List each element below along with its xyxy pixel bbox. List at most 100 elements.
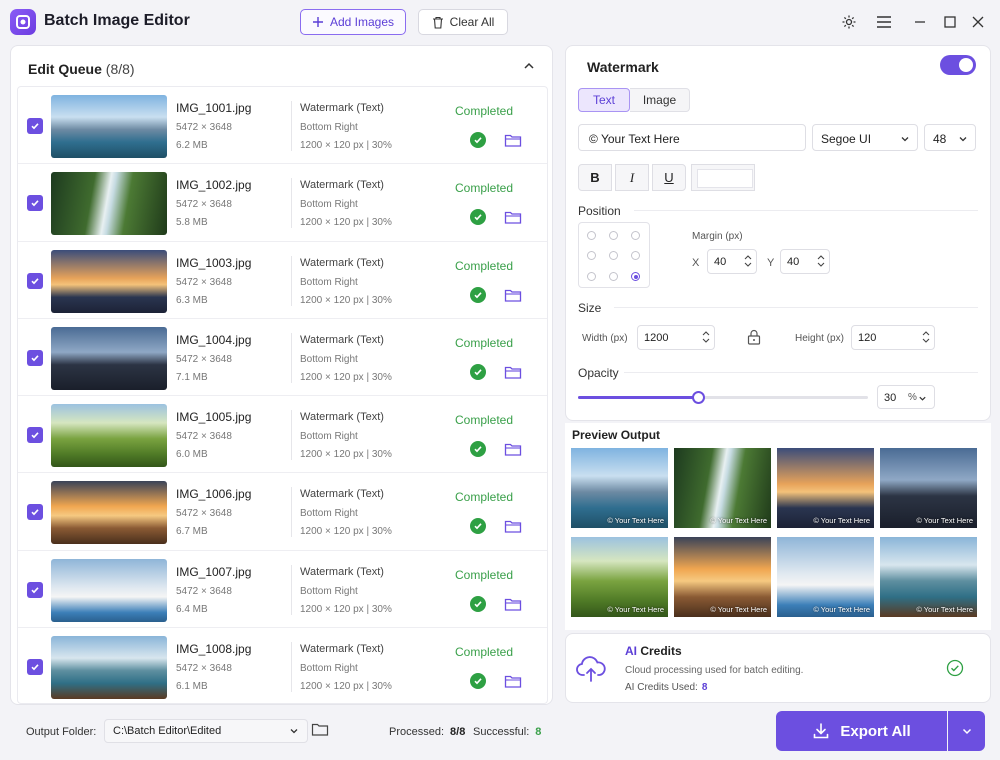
row-checkbox[interactable]: [27, 427, 43, 444]
position-top-center[interactable]: [609, 231, 618, 240]
margin-y-stepper[interactable]: 40: [780, 249, 830, 274]
preview-watermark-text: © Your Text Here: [916, 516, 973, 525]
row-divider: [291, 255, 292, 306]
image-thumbnail: [51, 404, 167, 468]
watermark-text-input[interactable]: © Your Text Here: [578, 124, 806, 151]
watermark-type: Watermark (Text): [300, 565, 384, 578]
close-icon[interactable]: [968, 12, 988, 32]
height-stepper[interactable]: 120: [851, 325, 935, 350]
export-all-button[interactable]: Export All: [776, 711, 947, 751]
position-top-left[interactable]: [587, 231, 596, 240]
row-checkbox[interactable]: [27, 272, 43, 289]
position-top-right[interactable]: [631, 231, 640, 240]
open-folder-icon[interactable]: [504, 596, 522, 612]
trash-icon: [432, 16, 443, 29]
clear-all-button[interactable]: Clear All: [418, 9, 508, 35]
queue-header: Edit Queue (8/8): [11, 46, 552, 86]
chevron-down-icon: [290, 729, 298, 734]
image-dimensions: 5472 × 3648: [176, 663, 232, 675]
checkmark-icon: [31, 200, 39, 207]
file-size: 6.0 MB: [176, 449, 208, 461]
preview-image[interactable]: © Your Text Here: [571, 448, 668, 528]
queue-row[interactable]: IMG_1001.jpg 5472 × 3648 6.2 MB Watermar…: [18, 87, 547, 165]
add-images-button[interactable]: Add Images: [300, 9, 406, 35]
position-bottom-left[interactable]: [587, 272, 596, 281]
queue-row[interactable]: IMG_1004.jpg 5472 × 3648 7.1 MB Watermar…: [18, 319, 547, 397]
open-folder-icon[interactable]: [504, 209, 522, 225]
margin-x-stepper[interactable]: 40: [707, 249, 757, 274]
status-text: Completed: [455, 258, 514, 273]
opacity-slider[interactable]: [578, 391, 868, 404]
credits-used: AI Credits Used: 8: [625, 682, 707, 693]
position-bottom-right[interactable]: [631, 272, 640, 281]
preview-image[interactable]: © Your Text Here: [880, 537, 977, 617]
bold-button[interactable]: B: [578, 164, 612, 191]
font-family-select[interactable]: Segoe UI: [812, 124, 918, 151]
open-folder-icon[interactable]: [504, 518, 522, 534]
check-circle-icon: [470, 209, 486, 226]
open-folder-icon[interactable]: [504, 364, 522, 380]
checkmark-icon: [31, 355, 39, 362]
row-checkbox[interactable]: [27, 118, 43, 134]
maximize-icon[interactable]: [940, 12, 960, 32]
position-bottom-center[interactable]: [609, 272, 618, 281]
preview-image[interactable]: © Your Text Here: [674, 448, 771, 528]
open-folder-icon[interactable]: [504, 287, 522, 303]
preview-image[interactable]: © Your Text Here: [674, 537, 771, 617]
margin-x-value: 40: [714, 256, 727, 268]
image-thumbnail: [51, 481, 167, 545]
row-checkbox[interactable]: [27, 504, 43, 521]
image-thumbnail: [51, 636, 167, 700]
file-name: IMG_1006.jpg: [176, 487, 252, 502]
opacity-slider-thumb[interactable]: [691, 391, 705, 404]
queue-row[interactable]: IMG_1002.jpg 5472 × 3648 5.8 MB Watermar…: [18, 164, 547, 242]
credits-used-label: AI Credits Used:: [625, 682, 698, 693]
width-stepper[interactable]: 1200: [637, 325, 715, 350]
font-size-select[interactable]: 48: [924, 124, 976, 151]
preview-image[interactable]: © Your Text Here: [571, 537, 668, 617]
output-folder-select[interactable]: C:\Batch Editor\Edited: [104, 719, 308, 743]
queue-row[interactable]: IMG_1005.jpg 5472 × 3648 6.0 MB Watermar…: [18, 396, 547, 474]
check-circle-icon: [470, 286, 486, 303]
preview-image[interactable]: © Your Text Here: [777, 537, 874, 617]
open-folder-icon[interactable]: [504, 441, 522, 457]
queue-row[interactable]: IMG_1003.jpg 5472 × 3648 6.3 MB Watermar…: [18, 242, 547, 319]
row-checkbox[interactable]: [27, 195, 43, 212]
italic-button[interactable]: I: [615, 164, 649, 191]
opacity-select[interactable]: 30 %: [877, 385, 935, 409]
checkmark-icon: [31, 664, 39, 671]
tab-text[interactable]: Text: [578, 88, 630, 112]
row-checkbox[interactable]: [27, 659, 43, 676]
position-middle-left[interactable]: [587, 251, 596, 260]
queue-row[interactable]: IMG_1007.jpg 5472 × 3648 6.4 MB Watermar…: [18, 551, 547, 629]
minimize-icon[interactable]: [910, 12, 930, 32]
check-circle-icon: [470, 363, 486, 380]
position-middle-center[interactable]: [609, 251, 618, 260]
row-checkbox[interactable]: [27, 581, 43, 598]
collapse-chevron-up-icon[interactable]: [522, 59, 538, 75]
browse-folder-icon[interactable]: [311, 721, 331, 741]
open-folder-icon[interactable]: [504, 132, 522, 148]
tab-image[interactable]: Image: [630, 88, 690, 112]
status-text: Completed: [455, 645, 514, 660]
export-options-button[interactable]: [948, 711, 985, 751]
preview-image[interactable]: © Your Text Here: [880, 448, 977, 528]
menu-icon[interactable]: [874, 12, 894, 32]
position-middle-right[interactable]: [631, 251, 640, 260]
open-folder-icon[interactable]: [504, 673, 522, 689]
settings-gear-icon[interactable]: [839, 12, 859, 32]
preview-image[interactable]: © Your Text Here: [777, 448, 874, 528]
opacity-divider: [624, 372, 978, 373]
underline-button[interactable]: U: [652, 164, 686, 191]
aspect-lock-icon[interactable]: [746, 328, 762, 346]
text-color-picker[interactable]: [691, 164, 755, 191]
processed-label: Processed:: [389, 726, 445, 738]
preview-watermark-text: © Your Text Here: [710, 516, 767, 525]
checkmark-icon: [31, 432, 39, 439]
position-divider: [634, 210, 978, 211]
queue-row[interactable]: IMG_1006.jpg 5472 × 3648 6.7 MB Watermar…: [18, 473, 547, 551]
export-all-label: Export All: [840, 722, 911, 740]
watermark-toggle[interactable]: [940, 55, 976, 75]
row-checkbox[interactable]: [27, 349, 43, 366]
queue-row[interactable]: IMG_1008.jpg 5472 × 3648 6.1 MB Watermar…: [18, 628, 547, 703]
